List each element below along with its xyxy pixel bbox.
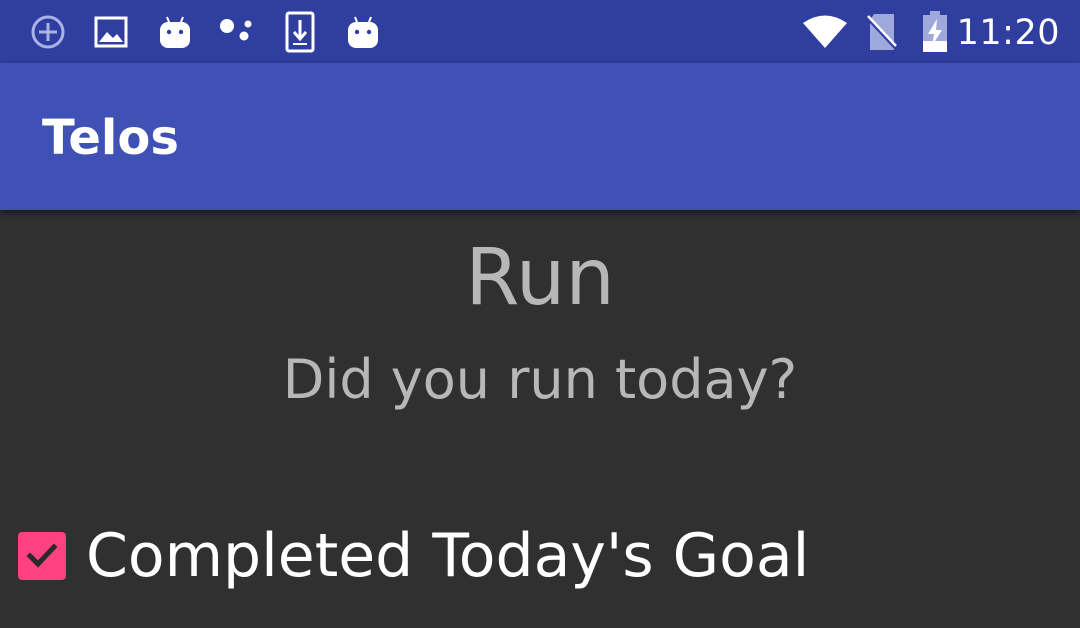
checkbox-checked-icon[interactable] [18, 532, 66, 580]
goal-title: Run [465, 233, 615, 323]
app-title: Telos [42, 110, 179, 166]
checkbox-label[interactable]: Completed Today's Goal [86, 521, 809, 591]
goal-content: Run Did you run today? Completed Today's… [0, 210, 1080, 628]
image-icon [90, 0, 132, 63]
wifi-icon [798, 0, 852, 63]
download-icon [282, 0, 318, 63]
completed-goal-checkbox[interactable]: Completed Today's Goal [18, 516, 809, 596]
android-icon [154, 0, 196, 63]
status-bar: 11:20 [0, 0, 1080, 63]
android-icon [342, 0, 384, 63]
status-clock: 11:20 [956, 13, 1060, 53]
goal-question: Did you run today? [282, 348, 798, 411]
assistant-dots-icon [214, 0, 260, 63]
no-sim-icon [862, 0, 902, 63]
battery-charging-icon [918, 0, 952, 63]
app-bar: Telos [0, 63, 1080, 210]
add-circle-icon [26, 0, 70, 63]
